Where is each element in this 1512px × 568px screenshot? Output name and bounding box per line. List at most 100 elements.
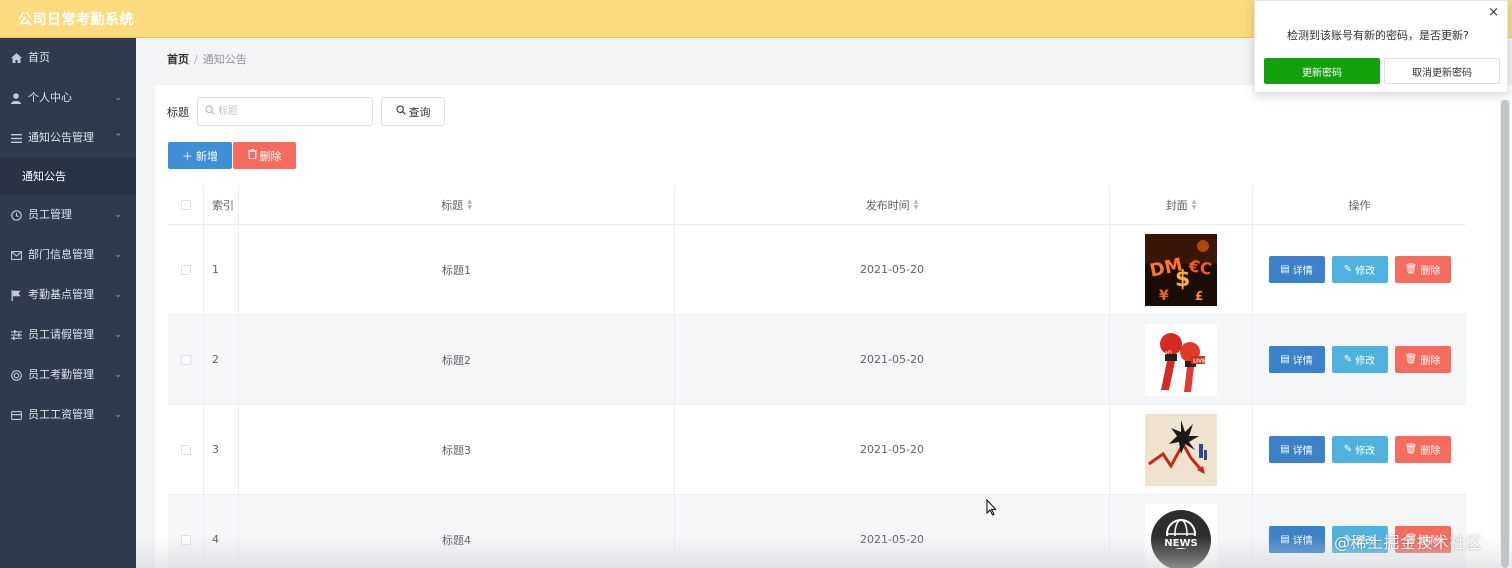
chevron-down-icon: ⌄ [114, 370, 122, 380]
row-checkbox[interactable] [180, 264, 191, 275]
wallet-icon [10, 395, 22, 435]
row-index: 2 [204, 315, 239, 404]
edit-label: 修改 [1355, 266, 1376, 277]
query-button[interactable]: 查询 [381, 97, 445, 126]
cover-image[interactable]: DM $ €C ¥ £ [1145, 233, 1217, 306]
detail-button[interactable]: ▤ 详情 [1268, 526, 1325, 553]
header-checkbox-cell [168, 186, 204, 224]
row-checkbox[interactable] [180, 354, 191, 365]
sidebar-item-label: 员工管理 [28, 208, 72, 221]
sidebar-item-label: 首页 [28, 51, 50, 64]
sidebar-item-label: 部门信息管理 [28, 248, 94, 261]
table-row: 3 标题3 2021-05-20 ▤ 详情 ✎ 修改 🗑 删除 [168, 405, 1466, 495]
search-form: 标题 查询 [167, 97, 445, 126]
row-index: 4 [204, 495, 239, 568]
sidebar-item-employee-management[interactable]: 员工管理 ⌄ [0, 195, 136, 235]
delete-button[interactable]: 🗑 删除 [1394, 346, 1451, 373]
breadcrumb-home[interactable]: 首页 [167, 53, 189, 66]
row-title: 标题2 [239, 315, 675, 404]
header-title[interactable]: 标题 ▲ ▼ [239, 186, 675, 224]
main-content: 首页 / 通知公告 标题 查询 ＋ 新增 [136, 38, 1512, 568]
trash-icon: 🗑 [1404, 264, 1418, 275]
search-input[interactable] [218, 98, 368, 125]
clock-icon [10, 195, 22, 235]
row-time: 2021-05-20 [675, 315, 1110, 404]
close-icon[interactable]: × [1488, 5, 1499, 20]
cover-image[interactable] [1145, 413, 1217, 486]
edit-button[interactable]: ✎ 修改 [1331, 436, 1388, 463]
watermark: @稀土掘金技术社区 [1334, 533, 1483, 552]
add-button[interactable]: ＋ 新增 [168, 142, 232, 169]
delete-button[interactable]: 🗑 删除 [1394, 256, 1451, 283]
row-title: 标题3 [239, 405, 675, 494]
sort-icon[interactable]: ▲ ▼ [467, 199, 472, 211]
sidebar-item-attendance-management[interactable]: 员工考勤管理 ⌄ [0, 355, 136, 395]
chevron-down-icon: ⌄ [114, 250, 122, 260]
table-header: 索引 标题 ▲ ▼ 发布时间 ▲ ▼ 封面 ▲ ▼ 操作 [168, 186, 1466, 225]
table-row: 2 标题2 2021-05-20 LIVE NEWS ▤ 详情 ✎ 修改 🗑 删… [168, 315, 1466, 405]
trash-icon: 🗑 [1404, 354, 1418, 365]
select-all-checkbox[interactable] [180, 200, 191, 210]
trash-icon: 🗑 [1404, 444, 1418, 455]
detail-button[interactable]: ▤ 详情 [1268, 256, 1325, 283]
delete-label: 删除 [1420, 446, 1441, 457]
header-time[interactable]: 发布时间 ▲ ▼ [675, 186, 1110, 224]
svg-text:¥: ¥ [1159, 288, 1169, 304]
sort-icon[interactable]: ▲ ▼ [914, 199, 919, 211]
sidebar-item-notice-management[interactable]: 通知公告管理 ⌃ [0, 118, 136, 158]
sidebar-item-salary-management[interactable]: 员工工资管理 ⌄ [0, 395, 136, 435]
edit-button[interactable]: ✎ 修改 [1331, 256, 1388, 283]
document-icon: ▤ [1280, 264, 1290, 275]
chevron-down-icon: ⌄ [114, 410, 122, 420]
cancel-update-password-button[interactable]: 取消更新密码 [1384, 58, 1500, 84]
row-time: 2021-05-20 [675, 225, 1110, 314]
row-index: 3 [204, 405, 239, 494]
sidebar-item-attendance-base-management[interactable]: 考勤基点管理 ⌄ [0, 275, 136, 315]
cover-image[interactable]: NEWS [1145, 503, 1217, 568]
detail-label: 详情 [1292, 536, 1313, 547]
header-cover[interactable]: 封面 ▲ ▼ [1110, 186, 1253, 224]
update-password-button[interactable]: 更新密码 [1264, 58, 1380, 84]
detail-button[interactable]: ▤ 详情 [1268, 346, 1325, 373]
row-title: 标题4 [239, 495, 675, 568]
document-icon: ▤ [1280, 354, 1290, 365]
document-icon: ▤ [1280, 534, 1290, 545]
sidebar-item-department-management[interactable]: 部门信息管理 ⌄ [0, 235, 136, 275]
scrollbar-thumb[interactable] [1501, 100, 1509, 568]
breadcrumb-separator: / [194, 53, 198, 66]
sidebar-item-personal-center[interactable]: 个人中心 ⌄ [0, 78, 136, 118]
vertical-scrollbar[interactable] [1500, 100, 1510, 568]
batch-delete-button[interactable]: 删除 [233, 142, 296, 169]
sidebar-item-home[interactable]: 首页 [0, 38, 136, 78]
sidebar-item-label: 通知公告管理 [28, 131, 94, 144]
row-checkbox[interactable] [180, 534, 191, 545]
pencil-icon: ✎ [1343, 444, 1353, 455]
detail-button[interactable]: ▤ 详情 [1268, 436, 1325, 463]
row-actions: ▤ 详情 ✎ 修改 🗑 删除 [1253, 225, 1466, 314]
sidebar-subitem-notice[interactable]: 通知公告 [0, 158, 136, 195]
sort-icon[interactable]: ▲ ▼ [1192, 199, 1197, 211]
pencil-icon: ✎ [1343, 354, 1353, 365]
cover-image[interactable]: LIVE NEWS [1145, 323, 1217, 396]
password-update-popup: × 检测到该账号有新的密码，是否更新? 更新密码 取消更新密码 [1254, 0, 1508, 93]
row-cover: NEWS [1110, 495, 1253, 568]
row-cover: DM $ €C ¥ £ [1110, 225, 1253, 314]
chevron-down-icon: ⌄ [114, 290, 122, 300]
header-time-label: 发布时间 [865, 199, 910, 212]
row-cover [1110, 405, 1253, 494]
menu-list-icon [10, 118, 22, 158]
breadcrumb-current: 通知公告 [202, 53, 247, 66]
edit-button[interactable]: ✎ 修改 [1331, 346, 1388, 373]
breadcrumb: 首页 / 通知公告 [167, 51, 247, 67]
add-button-label: 新增 [196, 149, 218, 163]
sidebar-item-leave-management[interactable]: 员工请假管理 ⌄ [0, 315, 136, 355]
action-toolbar: ＋ 新增 删除 [168, 142, 296, 169]
row-checkbox[interactable] [180, 444, 191, 455]
popup-message: 检测到该账号有新的密码，是否更新? [1287, 29, 1469, 42]
row-actions: ▤ 详情 ✎ 修改 🗑 删除 [1253, 405, 1466, 494]
chevron-down-icon: ⌄ [114, 330, 122, 340]
pencil-icon: ✎ [1343, 264, 1353, 275]
delete-button[interactable]: 🗑 删除 [1394, 436, 1451, 463]
row-index: 1 [204, 225, 239, 314]
edit-label: 修改 [1355, 356, 1376, 367]
